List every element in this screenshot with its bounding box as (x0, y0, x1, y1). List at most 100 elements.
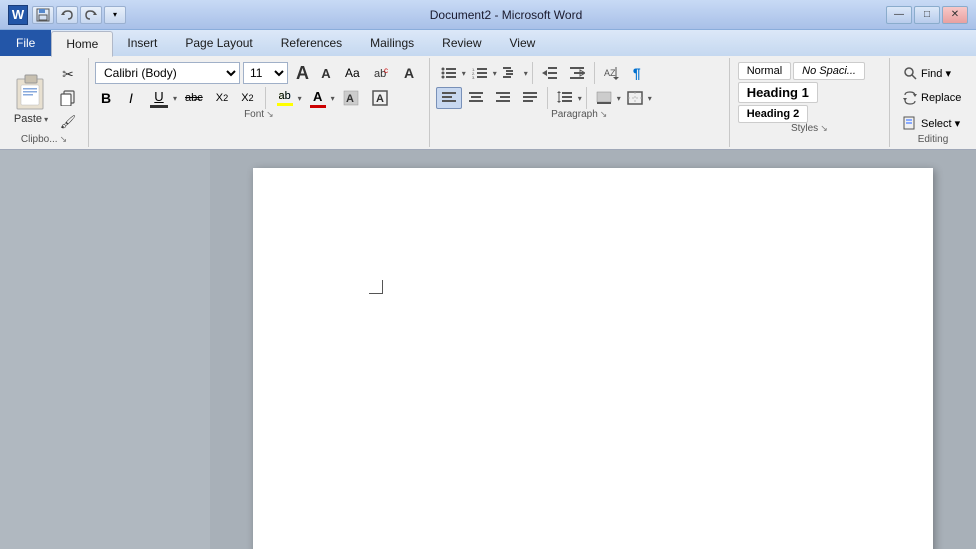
find-button[interactable]: Find ▾ (898, 62, 968, 84)
svg-text:c: c (384, 66, 388, 75)
font-color-dropdown-arrow[interactable]: ▾ (331, 94, 335, 103)
show-marks-button[interactable]: ¶ (626, 62, 648, 84)
paste-dropdown-arrow[interactable]: ▾ (44, 115, 48, 124)
numbering-dropdown-arrow[interactable]: ▾ (493, 69, 497, 78)
tab-page-layout[interactable]: Page Layout (171, 30, 266, 56)
styles-group-label-row: Styles ↘ (791, 123, 828, 134)
tab-file[interactable]: File (0, 30, 51, 56)
close-button[interactable]: ✕ (942, 6, 968, 24)
decrease-indent-button[interactable] (537, 62, 563, 84)
italic-button[interactable]: I (120, 87, 142, 109)
styles-dialog-launcher[interactable]: ↘ (820, 123, 828, 134)
tab-references[interactable]: References (267, 30, 356, 56)
paste-button[interactable]: Paste ▾ (8, 69, 54, 127)
font-group-label: Font (244, 109, 264, 120)
align-left-button[interactable] (436, 87, 462, 109)
align-center-button[interactable] (463, 87, 489, 109)
tab-insert[interactable]: Insert (113, 30, 171, 56)
font-color-swatch (310, 105, 326, 108)
paragraph-group: ▾ 1. 2. 3. (430, 58, 730, 147)
paste-label-row: Paste ▾ (14, 113, 48, 125)
char-border-button[interactable]: A (367, 87, 393, 109)
font-family-select[interactable]: Calibri (Body) (95, 62, 240, 84)
bullets-dropdown-arrow[interactable]: ▾ (462, 69, 466, 78)
style-no-spacing[interactable]: No Spaci... (793, 62, 865, 80)
select-button[interactable]: Select ▾ (898, 112, 968, 134)
ribbon-groups: Paste ▾ ✂ (0, 56, 976, 149)
subscript-button[interactable]: X2 (211, 87, 233, 109)
line-spacing-button[interactable] (552, 87, 578, 109)
grow-font-button[interactable]: A (291, 62, 314, 84)
minimize-button[interactable]: — (886, 6, 912, 24)
clipboard-small-buttons: ✂ 🖌 (56, 63, 80, 133)
highlight-ab-label: ab (279, 90, 291, 102)
line-spacing-group: ▾ (552, 87, 582, 109)
line-spacing-dropdown-arrow[interactable]: ▾ (578, 94, 582, 103)
clipboard-group: Paste ▾ ✂ (0, 58, 89, 147)
style-heading1[interactable]: Heading 1 (738, 82, 818, 103)
editing-group-label: Editing (918, 134, 949, 145)
borders-button[interactable] (622, 87, 648, 109)
strikethrough-button[interactable]: ab̶c (180, 87, 208, 109)
paragraph-dialog-launcher[interactable]: ↘ (600, 109, 608, 120)
redo-button[interactable] (80, 6, 102, 24)
char-shading-button[interactable]: A (338, 87, 364, 109)
align-right-icon (495, 91, 511, 105)
text-effects-button[interactable]: A (397, 62, 423, 84)
highlight-dropdown-arrow[interactable]: ▾ (298, 94, 302, 103)
shading-dropdown-arrow[interactable]: ▾ (617, 94, 621, 103)
tab-view[interactable]: View (496, 30, 550, 56)
styles-group: Normal No Spaci... Heading 1 Heading 2 S… (730, 58, 890, 147)
font-size-select[interactable]: 11 8910 12141618 (243, 62, 288, 84)
underline-dropdown-arrow[interactable]: ▾ (173, 94, 177, 103)
superscript-button[interactable]: X2 (236, 87, 258, 109)
main-content (0, 150, 976, 549)
underline-swatch (150, 105, 168, 108)
shrink-font-button[interactable]: A (315, 62, 337, 84)
style-normal[interactable]: Normal (738, 62, 791, 80)
document-container[interactable] (210, 150, 976, 549)
numbering-button[interactable]: 1. 2. 3. (467, 62, 493, 84)
borders-group: ▾ (622, 87, 652, 109)
underline-button[interactable]: U (145, 87, 173, 109)
clipboard-group-content: Paste ▾ ✂ (8, 62, 80, 134)
undo-button[interactable] (56, 6, 78, 24)
save-button[interactable] (32, 6, 54, 24)
customize-quick-access-button[interactable]: ▾ (104, 6, 126, 24)
change-case-button[interactable]: Aa (340, 62, 365, 84)
tab-home[interactable]: Home (51, 31, 113, 57)
bold-button[interactable]: B (95, 87, 117, 109)
ribbon-body: Paste ▾ ✂ (0, 56, 976, 150)
sort-button[interactable]: AZ (599, 62, 625, 84)
multilevel-list-button[interactable] (498, 62, 524, 84)
editing-controls: Find ▾ Replace (898, 62, 968, 134)
shading-button[interactable] (591, 87, 617, 109)
clipboard-dialog-launcher[interactable]: ↘ (60, 134, 68, 145)
font-row-1: Calibri (Body) 11 8910 12141618 A A (95, 62, 423, 84)
maximize-button[interactable]: □ (914, 6, 940, 24)
svg-text:A: A (404, 65, 414, 81)
style-heading2[interactable]: Heading 2 (738, 105, 809, 123)
font-color-a-label: A (313, 89, 322, 104)
justify-button[interactable] (517, 87, 543, 109)
numbering-group: 1. 2. 3. ▾ (467, 62, 497, 84)
text-highlight-button[interactable]: ab (272, 87, 298, 109)
tab-mailings[interactable]: Mailings (356, 30, 428, 56)
increase-indent-button[interactable] (564, 62, 590, 84)
clipboard-group-label-row: Clipbo... ↘ (21, 134, 67, 145)
replace-icon (903, 91, 917, 105)
multilevel-dropdown-arrow[interactable]: ▾ (524, 69, 528, 78)
document-page[interactable] (253, 168, 933, 549)
tab-review[interactable]: Review (428, 30, 495, 56)
replace-button[interactable]: Replace (898, 87, 968, 109)
format-painter-button[interactable]: 🖌 (56, 111, 80, 133)
font-color-button[interactable]: A (305, 87, 331, 109)
bullets-button[interactable] (436, 62, 462, 84)
align-right-button[interactable] (490, 87, 516, 109)
clear-formatting-button[interactable]: ab c (368, 62, 394, 84)
cut-button[interactable]: ✂ (56, 63, 80, 85)
font-color-group: A ▾ (305, 87, 335, 109)
copy-button[interactable] (56, 87, 80, 109)
borders-dropdown-arrow[interactable]: ▾ (648, 94, 652, 103)
font-dialog-launcher[interactable]: ↘ (266, 109, 274, 120)
